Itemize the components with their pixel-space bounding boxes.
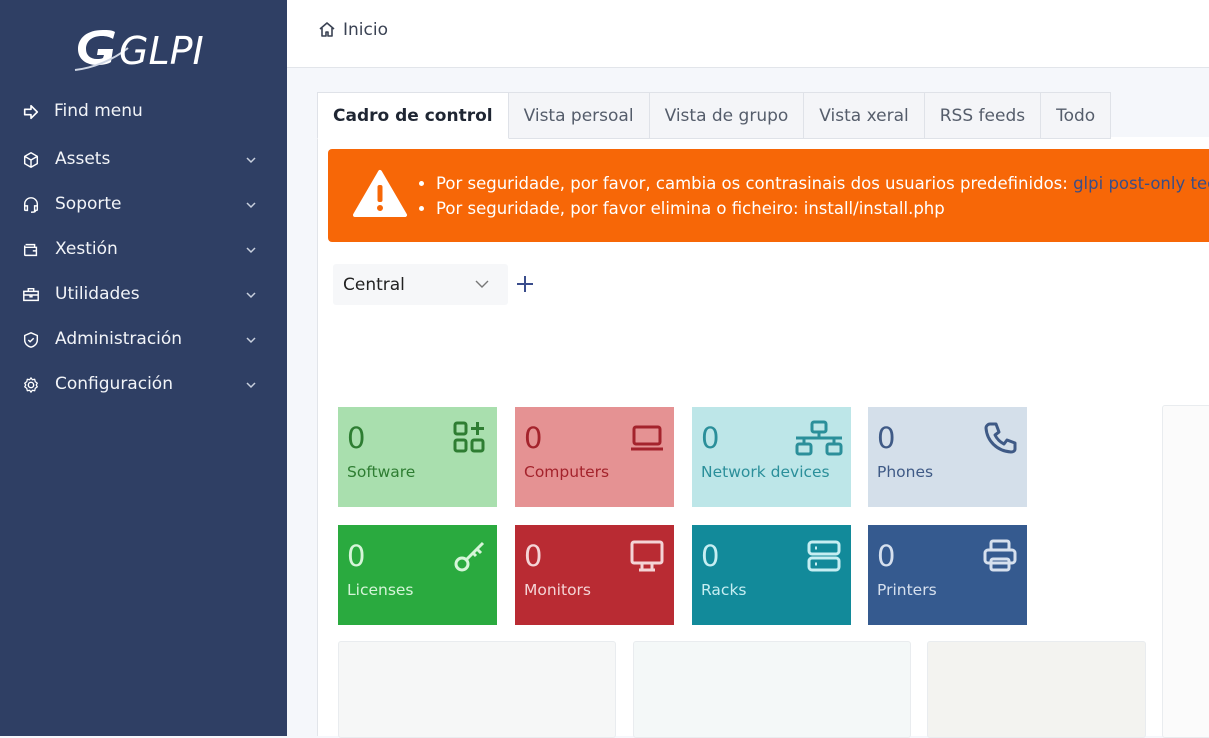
tab-cadro-de-control[interactable]: Cadro de control — [317, 92, 509, 139]
tab-todo[interactable]: Todo — [1041, 92, 1112, 139]
card-value: 0 — [877, 421, 896, 455]
key-icon — [454, 541, 485, 572]
phone-icon — [984, 422, 1017, 454]
card-monitors[interactable]: 0 Monitors — [515, 525, 674, 625]
card-label: Phones — [877, 463, 934, 481]
card-label: Software — [347, 463, 416, 481]
sidebar-item-configuracion[interactable]: Configuración — [0, 365, 287, 405]
card-software[interactable]: 0 Software — [338, 407, 497, 507]
card-label: Computers — [524, 463, 610, 481]
cube-icon — [23, 152, 39, 168]
card-computers[interactable]: 0 Computers — [515, 407, 674, 507]
breadcrumb[interactable]: Inicio — [317, 20, 388, 40]
dashboard-select[interactable]: Central — [333, 264, 508, 305]
dashboard-select-value: Central — [343, 275, 405, 295]
sidebar-item-label: Configuración — [55, 374, 173, 394]
card-value: 0 — [701, 421, 720, 455]
chevron-down-icon — [246, 247, 256, 254]
sidebar-item-utilidades[interactable]: Utilidades — [0, 275, 287, 315]
chevron-down-icon — [246, 292, 256, 299]
sidebar-item-soporte[interactable]: Soporte — [0, 185, 287, 225]
card-value: 0 — [877, 539, 896, 573]
chevron-down-icon — [246, 382, 256, 389]
add-dashboard-button[interactable] — [515, 274, 535, 294]
sidebar: GLPI Find menu Assets Soporte Xestión Ut… — [0, 0, 287, 736]
dashboard-tabs: Cadro de control Vista persoal Vista de … — [317, 92, 1112, 139]
card-value: 0 — [347, 421, 366, 455]
chevron-down-icon — [246, 202, 256, 209]
card-label: Network devices — [701, 463, 830, 481]
top-header: Inicio — [287, 0, 1209, 68]
card-printers[interactable]: 0 Printers — [868, 525, 1027, 625]
alert-item: Por seguridade, por favor, cambia os con… — [436, 171, 1209, 196]
chevron-down-icon — [246, 157, 256, 164]
chevron-down-icon — [246, 337, 256, 344]
monitor-icon — [630, 540, 664, 572]
warning-icon — [353, 170, 407, 217]
dashboard-widget — [927, 641, 1146, 738]
card-label: Monitors — [524, 581, 591, 599]
card-licenses[interactable]: 0 Licenses — [338, 525, 497, 625]
breadcrumb-home[interactable]: Inicio — [343, 20, 388, 40]
server-icon — [807, 540, 841, 572]
sidebar-item-xestion[interactable]: Xestión — [0, 230, 287, 270]
dashboard-widget — [633, 641, 911, 738]
alert-text: Por seguridade, por favor elimina o fich… — [436, 199, 945, 218]
card-value: 0 — [701, 539, 720, 573]
laptop-icon — [631, 425, 663, 451]
default-users-link[interactable]: glpi post-only tech — [1073, 174, 1209, 193]
dashboard-widget — [338, 641, 616, 738]
security-alert: Por seguridade, por favor, cambia os con… — [328, 149, 1209, 242]
sidebar-item-label: Xestión — [55, 239, 118, 259]
sidebar-item-label: Administración — [55, 329, 183, 349]
sidebar-item-label: Find menu — [54, 101, 143, 121]
glpi-logo[interactable]: GLPI — [73, 18, 203, 76]
sidebar-item-label: Utilidades — [55, 284, 140, 304]
arrow-right-to-bracket-icon — [23, 104, 39, 120]
printer-icon — [983, 539, 1017, 572]
alert-messages: Por seguridade, por favor, cambia os con… — [416, 171, 1209, 221]
card-phones[interactable]: 0 Phones — [868, 407, 1027, 507]
briefcase-icon — [23, 287, 39, 302]
tab-rss-feeds[interactable]: RSS feeds — [924, 92, 1042, 139]
dashboard-widget — [1162, 405, 1209, 738]
alert-item: Por seguridade, por favor elimina o fich… — [436, 196, 1209, 221]
network-icon — [795, 420, 843, 456]
card-label: Printers — [877, 581, 937, 599]
tab-vista-de-grupo[interactable]: Vista de grupo — [649, 92, 805, 139]
tab-vista-xeral[interactable]: Vista xeral — [804, 92, 925, 139]
card-network-devices[interactable]: 0 Network devices — [692, 407, 851, 507]
logo-text: GLPI — [119, 29, 203, 73]
sidebar-item-assets[interactable]: Assets — [0, 140, 287, 180]
sidebar-item-label: Assets — [55, 149, 111, 169]
headset-icon — [23, 197, 39, 213]
home-icon — [319, 22, 335, 37]
card-racks[interactable]: 0 Racks — [692, 525, 851, 625]
alert-text: Por seguridade, por favor, cambia os con… — [436, 174, 1074, 193]
card-value: 0 — [524, 539, 543, 573]
chevron-down-icon — [475, 280, 489, 288]
apps-add-icon — [453, 421, 485, 453]
tab-vista-persoal[interactable]: Vista persoal — [508, 92, 650, 139]
sidebar-item-administracion[interactable]: Administración — [0, 320, 287, 360]
sidebar-item-label: Soporte — [55, 194, 122, 214]
gear-icon — [24, 377, 38, 393]
card-value: 0 — [347, 539, 366, 573]
card-label: Racks — [701, 581, 747, 599]
wallet-icon — [23, 243, 38, 257]
sidebar-item-find-menu[interactable]: Find menu — [0, 92, 287, 132]
card-value: 0 — [524, 421, 543, 455]
shield-check-icon — [23, 332, 39, 348]
card-label: Licenses — [347, 581, 414, 599]
